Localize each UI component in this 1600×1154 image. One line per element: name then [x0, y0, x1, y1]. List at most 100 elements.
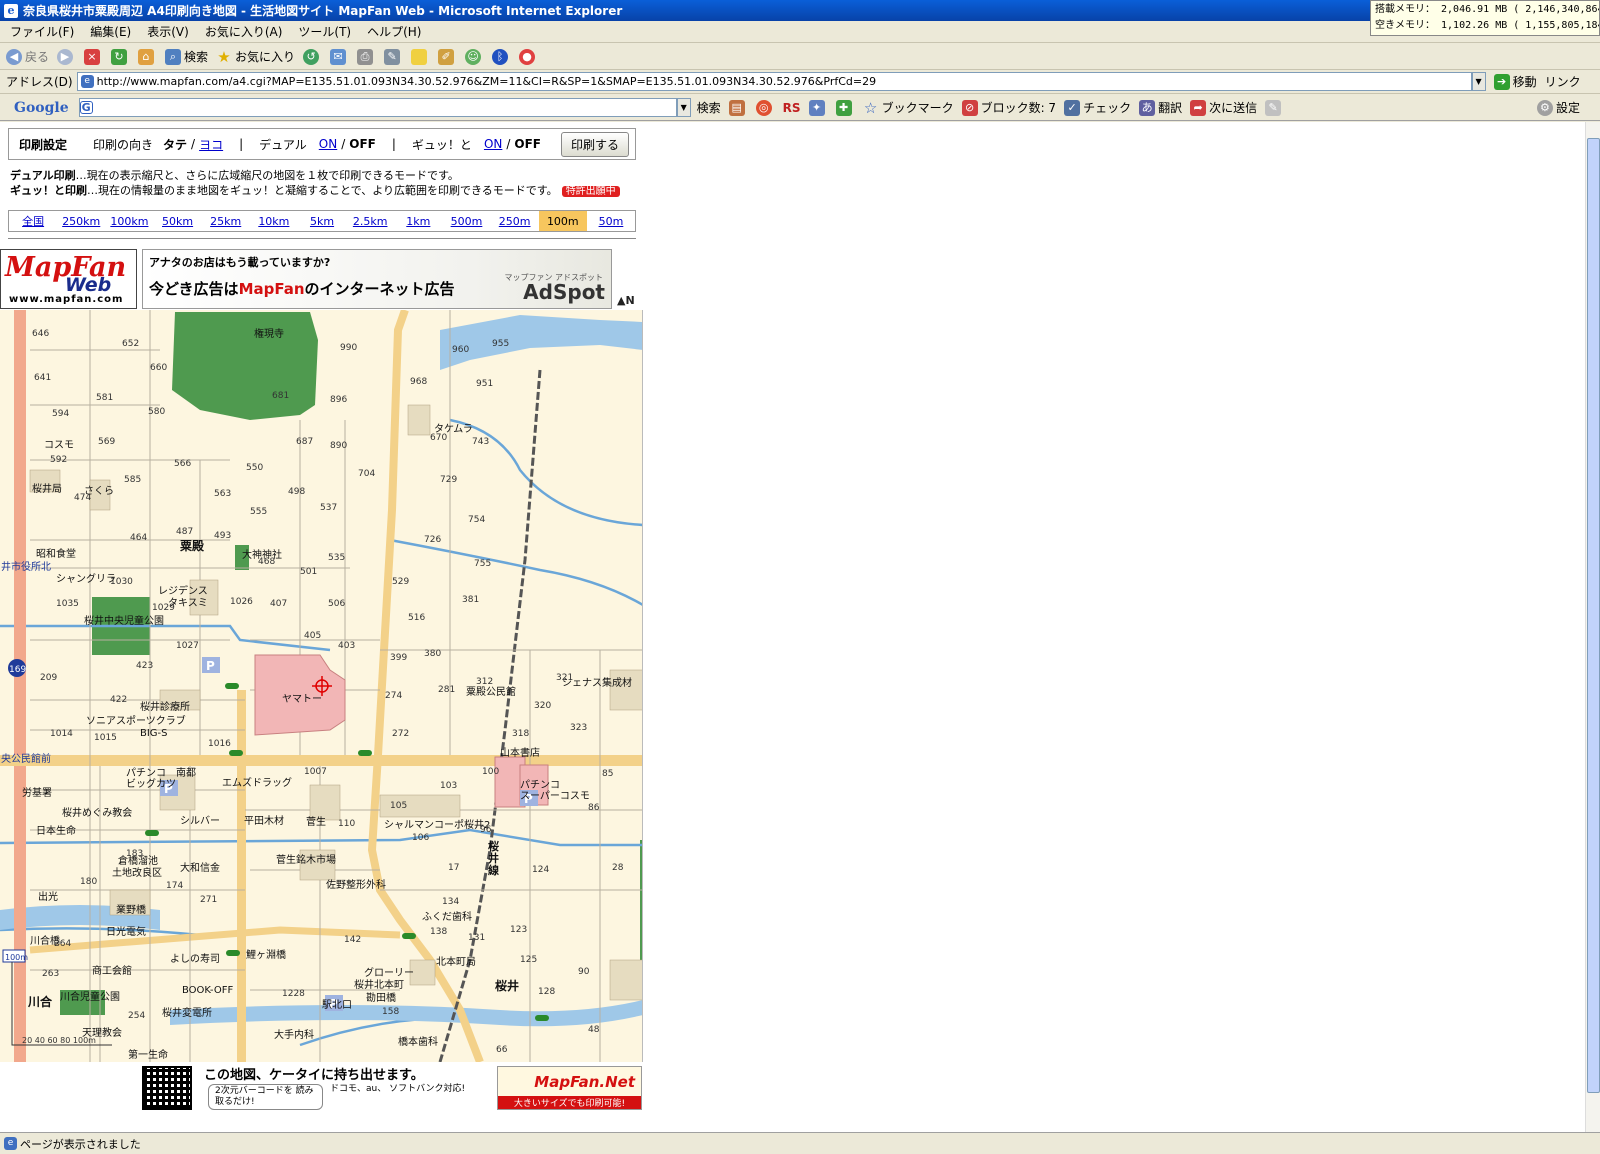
- vertical-scrollbar[interactable]: [1585, 122, 1600, 1132]
- stop-button[interactable]: ×: [84, 48, 103, 65]
- svg-text:422: 422: [110, 695, 127, 705]
- mapfan-net-logo[interactable]: MapFan.Net 大きいサイズでも印刷可能!: [497, 1066, 642, 1110]
- print-toolbar-button[interactable]: ⎙: [357, 48, 376, 65]
- landscape-link[interactable]: ヨコ: [199, 136, 223, 153]
- go-button[interactable]: ➔ 移動: [1493, 73, 1537, 90]
- pencil-button[interactable]: ✎: [1265, 99, 1284, 116]
- scale-link-500m[interactable]: 500m: [442, 211, 490, 231]
- settings-button[interactable]: ⚙ 設定: [1536, 99, 1580, 116]
- svg-text:516: 516: [408, 613, 425, 623]
- scale-link-2_5km[interactable]: 2.5km: [346, 211, 394, 231]
- bluetooth-button[interactable]: ᛒ: [492, 48, 511, 65]
- svg-text:990: 990: [340, 343, 357, 353]
- notes-button[interactable]: [411, 48, 430, 65]
- print-settings-title: 印刷設定: [19, 137, 68, 152]
- portrait-option[interactable]: タテ: [163, 136, 187, 153]
- scroll-thumb[interactable]: [1587, 138, 1600, 1093]
- gyu-off-option[interactable]: OFF: [514, 137, 541, 151]
- dual-on-link[interactable]: ON: [319, 137, 337, 151]
- svg-text:1014: 1014: [50, 729, 73, 739]
- address-bar: アドレス(D) e http://www.mapfan.com/a4.cgi?M…: [0, 70, 1600, 94]
- back-button[interactable]: ◀ 戻る: [6, 48, 49, 65]
- send-icon: ➦: [1190, 99, 1207, 116]
- refresh-button[interactable]: ↻: [111, 48, 130, 65]
- print-button[interactable]: 印刷する: [560, 131, 629, 157]
- rs-button[interactable]: RS: [783, 101, 801, 115]
- dual-off-option[interactable]: OFF: [349, 137, 376, 151]
- svg-text:580: 580: [148, 407, 165, 417]
- google-search-button[interactable]: 検索: [697, 99, 721, 116]
- mapfan-logo[interactable]: MapFan Web www.mapfan.com: [0, 249, 137, 309]
- separator: |: [391, 137, 396, 151]
- mail-button[interactable]: ✉: [330, 48, 349, 65]
- scale-link-50m[interactable]: 50m: [587, 211, 635, 231]
- divider: [8, 238, 636, 239]
- menu-view[interactable]: 表示(V): [147, 23, 189, 40]
- menu-edit[interactable]: 編集(E): [90, 23, 131, 40]
- google-g-icon: G: [79, 101, 93, 114]
- menu-favorites[interactable]: お気に入り(A): [205, 23, 283, 40]
- edit-button[interactable]: ✎: [384, 48, 403, 65]
- home-button[interactable]: ⌂: [138, 48, 157, 65]
- svg-text:318: 318: [512, 729, 529, 739]
- highlight-icon: ✦: [808, 99, 825, 116]
- send-to-button[interactable]: ➦ 次に送信: [1190, 99, 1257, 116]
- svg-text:日本生命: 日本生命: [36, 824, 76, 837]
- svg-text:968: 968: [410, 377, 427, 387]
- scale-link-250km[interactable]: 250km: [57, 211, 105, 231]
- svg-text:ソニアスポーツクラブ: ソニアスポーツクラブ: [86, 714, 186, 727]
- svg-text:労基署: 労基署: [22, 786, 52, 799]
- address-dropdown-icon[interactable]: ▼: [1471, 72, 1486, 91]
- google-search-input[interactable]: G: [78, 98, 677, 117]
- svg-text:線: 線: [488, 863, 499, 877]
- popup-block-button[interactable]: ⊘ ブロック数: 7: [961, 99, 1056, 116]
- forward-button[interactable]: ▶: [57, 48, 76, 65]
- check-button[interactable]: ✓ チェック: [1064, 99, 1131, 116]
- svg-text:180: 180: [80, 877, 97, 887]
- bookmarks-button[interactable]: ☆ ブックマーク: [863, 99, 954, 116]
- svg-text:174: 174: [166, 881, 183, 891]
- links-button[interactable]: リンク: [1545, 73, 1581, 90]
- research-button[interactable]: ✐: [438, 48, 457, 65]
- ie-icon: e: [4, 3, 18, 18]
- svg-text:1027: 1027: [176, 641, 199, 651]
- svg-text:123: 123: [510, 925, 527, 935]
- scale-link-25km[interactable]: 25km: [202, 211, 250, 231]
- menu-help[interactable]: ヘルプ(H): [367, 23, 421, 40]
- scale-link-5km[interactable]: 5km: [298, 211, 346, 231]
- menu-file[interactable]: ファイル(F): [10, 23, 74, 40]
- translate-button[interactable]: あ翻訳: [1139, 99, 1182, 116]
- messenger-button[interactable]: ☺: [465, 48, 484, 65]
- news-button[interactable]: ▤: [728, 99, 748, 116]
- svg-text:646: 646: [32, 329, 49, 339]
- mobile-ad-banner[interactable]: この地図、ケータイに持ち出せます。 2次元バーコードを 読み取るだけ! ドコモ、…: [0, 1062, 643, 1114]
- adspot-banner[interactable]: アナタのお店はもう載っていますか? 今どき広告はMapFanのインターネット広告…: [142, 249, 612, 309]
- svg-text:704: 704: [358, 469, 375, 479]
- scale-link-50km[interactable]: 50km: [153, 211, 201, 231]
- pagerank-button[interactable]: ◎: [755, 99, 775, 116]
- search-button[interactable]: ⌕ 検索: [165, 48, 208, 65]
- scale-link-250m[interactable]: 250m: [491, 211, 539, 231]
- refresh-icon: ↻: [111, 48, 128, 65]
- svg-text:209: 209: [40, 673, 57, 683]
- google-dropdown-icon[interactable]: ▼: [676, 98, 691, 117]
- map-canvas[interactable]: PPPP 169 粟殿 桜井 川合 桜井局さくら コスモ 昭和食堂 シャングリラ…: [0, 310, 643, 1062]
- gyu-on-link[interactable]: ON: [484, 137, 502, 151]
- svg-text:86: 86: [588, 803, 600, 813]
- scale-link-1km[interactable]: 1km: [394, 211, 442, 231]
- qr-code-icon: [142, 1066, 192, 1110]
- scale-link-100km[interactable]: 100km: [105, 211, 153, 231]
- address-input[interactable]: e http://www.mapfan.com/a4.cgi?MAP=E135.…: [76, 72, 1472, 91]
- scale-link-national[interactable]: 全国: [9, 211, 57, 231]
- svg-text:468: 468: [258, 557, 275, 567]
- status-bar: e ページが表示されました: [0, 1132, 1600, 1154]
- extra-button[interactable]: ●: [519, 48, 538, 65]
- svg-text:100: 100: [482, 767, 499, 777]
- menu-tools[interactable]: ツール(T): [298, 23, 351, 40]
- favorites-button[interactable]: ★ お気に入り: [216, 48, 295, 65]
- spellcheck-button[interactable]: ✚: [835, 99, 855, 116]
- svg-text:日光電気: 日光電気: [106, 925, 146, 938]
- highlight-button[interactable]: ✦: [808, 99, 828, 116]
- scale-link-10km[interactable]: 10km: [250, 211, 298, 231]
- history-button[interactable]: ↺: [303, 48, 322, 65]
